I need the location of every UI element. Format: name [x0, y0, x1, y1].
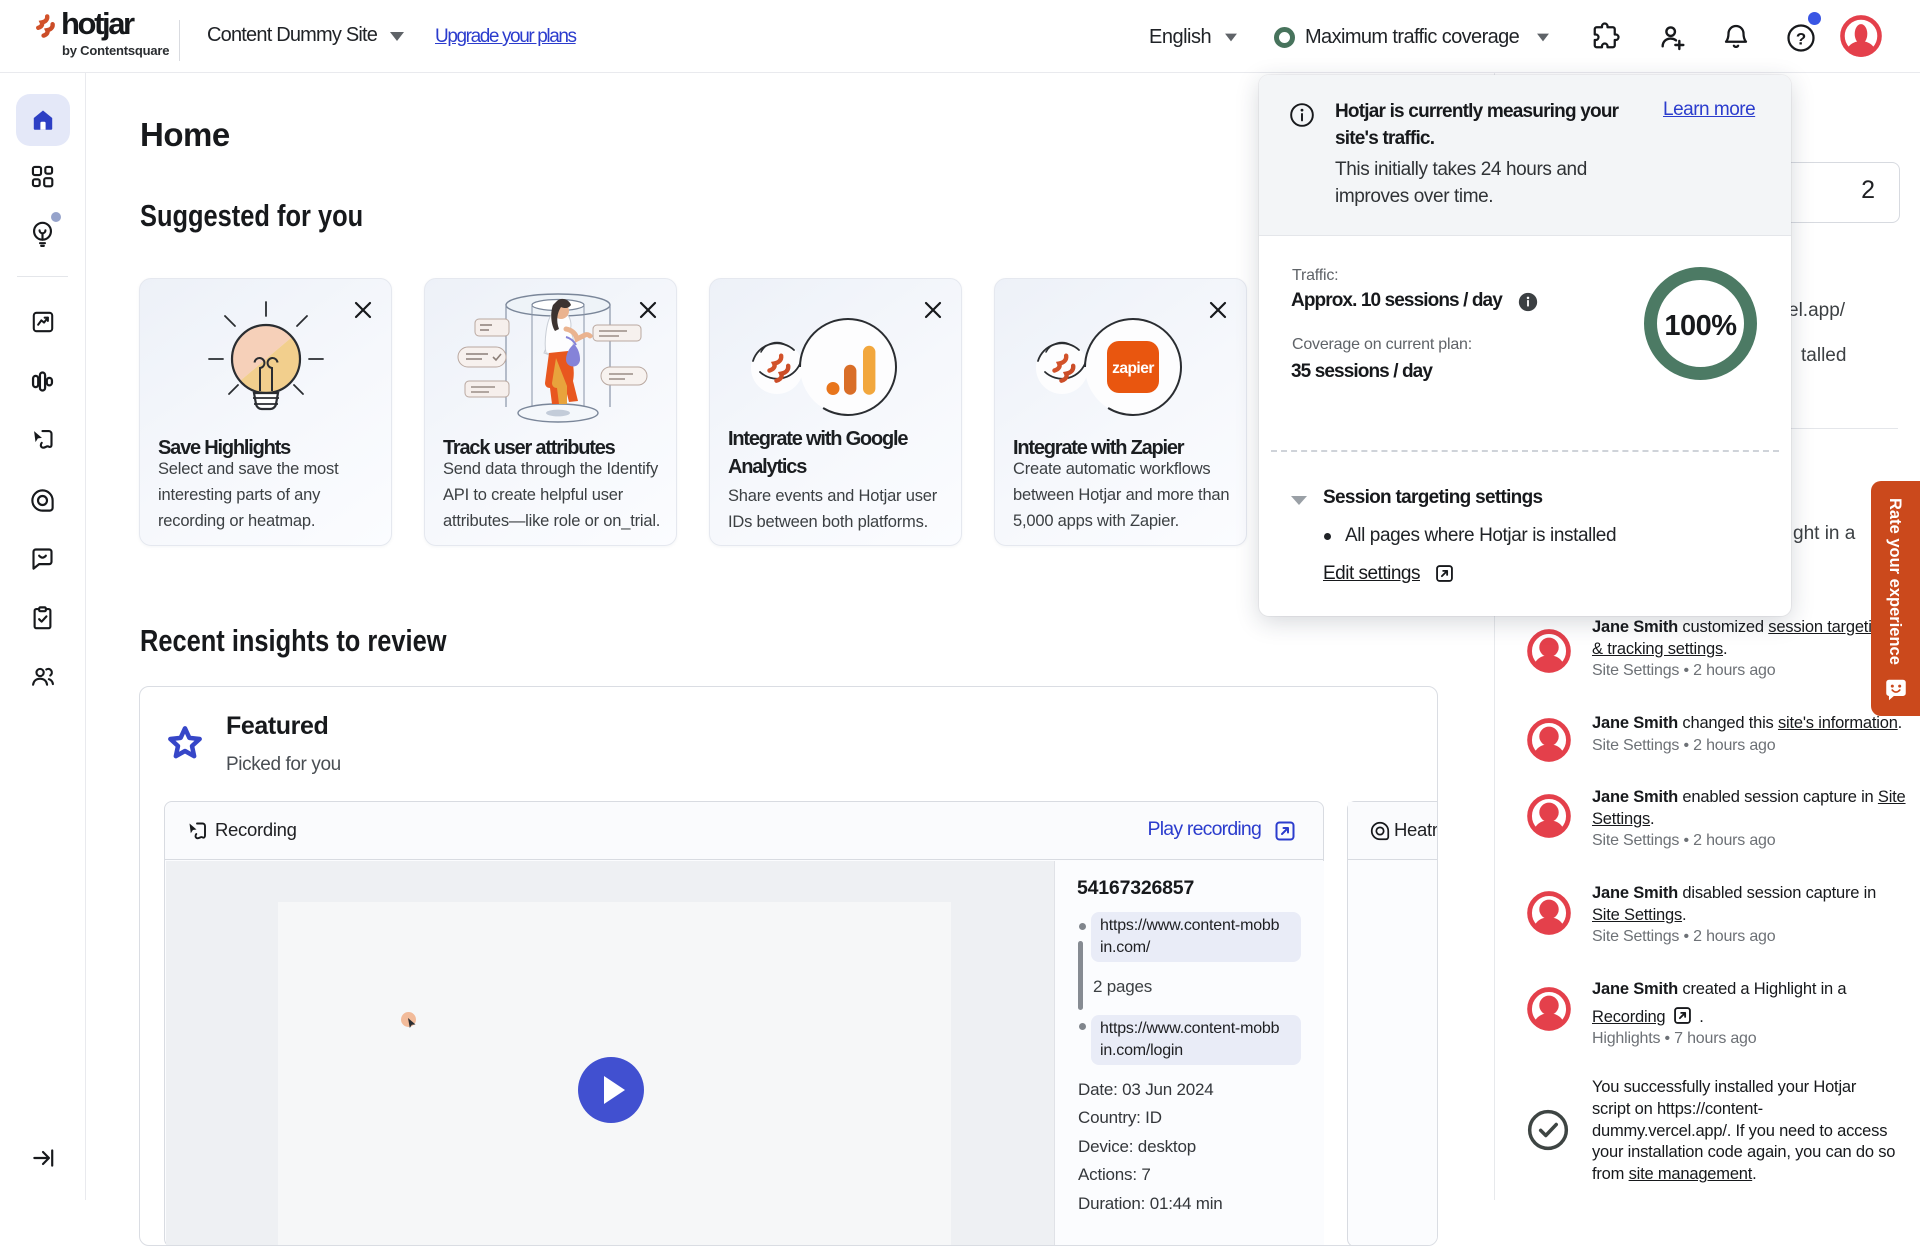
- svg-text:zapier: zapier: [1112, 360, 1154, 377]
- svg-text:?: ?: [1796, 29, 1806, 48]
